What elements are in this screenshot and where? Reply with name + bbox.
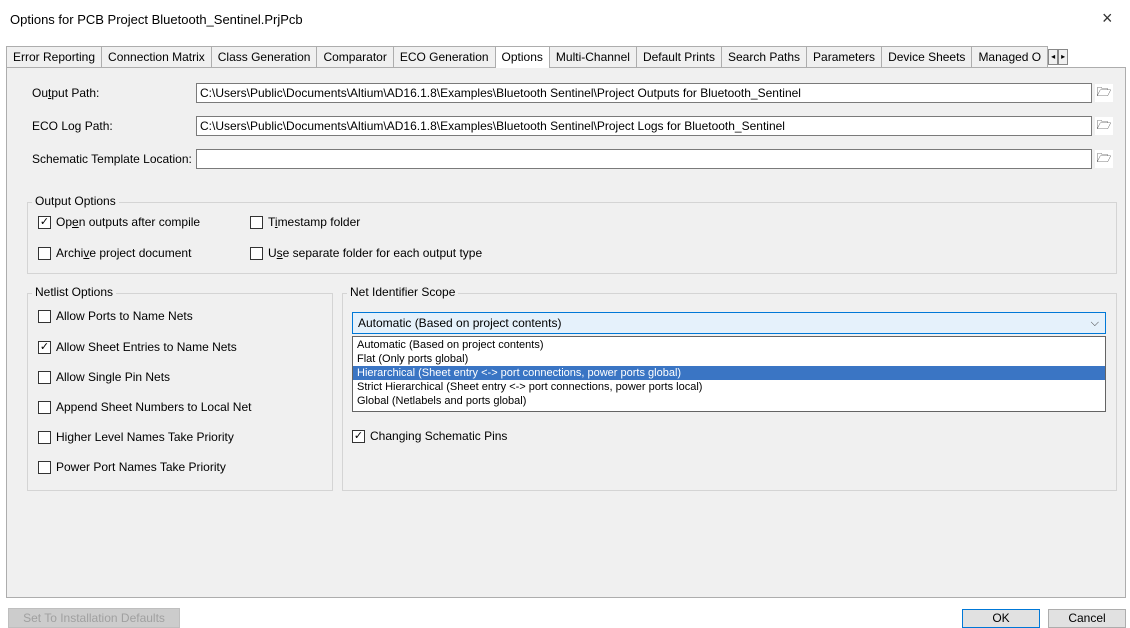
checkbox-box — [38, 246, 51, 260]
checkbox-box — [38, 460, 51, 474]
tab-connection-matrix[interactable]: Connection Matrix — [101, 46, 211, 68]
tab-default-prints[interactable]: Default Prints — [635, 46, 721, 68]
separate-folder-label: Use separate folder for each output type — [268, 246, 483, 260]
output-path-field[interactable]: C:\Users\Public\Documents\Altium\AD16.1.… — [196, 83, 1092, 103]
output-options-title: Output Options — [32, 194, 119, 208]
tab-multi-channel[interactable]: Multi-Channel — [548, 46, 636, 68]
eco-log-path-field[interactable]: C:\Users\Public\Documents\Altium\AD16.1.… — [196, 116, 1092, 136]
checkbox-box — [38, 309, 51, 323]
close-icon[interactable]: × — [1102, 8, 1113, 29]
tab-class-generation[interactable]: Class Generation — [210, 46, 317, 68]
tab-search-paths[interactable]: Search Paths — [720, 46, 807, 68]
checkbox-box: ✓ — [38, 340, 51, 354]
open-outputs-checkbox[interactable]: ✓ Open outputs after compile — [38, 215, 200, 229]
schematic-template-label: Schematic Template Location: — [32, 152, 192, 166]
ok-button[interactable]: OK — [962, 609, 1040, 628]
tab-bar: Error Reporting Connection Matrix Class … — [6, 46, 1126, 69]
higher-level-names-checkbox[interactable]: Higher Level Names Take Priority — [38, 430, 234, 444]
checkbox-box — [38, 400, 51, 414]
chevron-down-icon: ⌵ — [1090, 317, 1099, 329]
checkbox-box: ✓ — [352, 429, 365, 443]
output-path-label: Output Path: — [32, 86, 100, 100]
append-sheet-numbers-checkbox[interactable]: Append Sheet Numbers to Local Net — [38, 400, 251, 414]
tab-error-reporting[interactable]: Error Reporting — [6, 46, 102, 68]
netlist-options-title: Netlist Options — [32, 285, 117, 299]
allow-single-pin-label: Allow Single Pin Nets — [56, 370, 171, 384]
timestamp-folder-label: Timestamp folder — [268, 215, 361, 229]
append-sheet-numbers-label: Append Sheet Numbers to Local Net — [56, 400, 252, 414]
net-identifier-scope-title: Net Identifier Scope — [347, 285, 459, 299]
scope-option-automatic[interactable]: Automatic (Based on project contents) — [353, 338, 1105, 352]
eco-log-path-label: ECO Log Path: — [32, 119, 113, 133]
power-port-names-checkbox[interactable]: Power Port Names Take Priority — [38, 460, 226, 474]
checkbox-box: ✓ — [38, 215, 51, 229]
checkbox-box — [38, 430, 51, 444]
net-identifier-scope-select[interactable]: Automatic (Based on project contents) ⌵ — [352, 312, 1106, 334]
tab-scroll-controls: ◂ ▸ — [1048, 46, 1069, 67]
output-path-folder-icon[interactable]: 🗁 — [1095, 84, 1113, 102]
eco-log-path-folder-icon[interactable]: 🗁 — [1095, 117, 1113, 135]
timestamp-folder-checkbox[interactable]: Timestamp folder — [250, 215, 360, 229]
archive-project-label: Archive project document — [56, 246, 192, 260]
higher-level-names-label: Higher Level Names Take Priority — [56, 430, 234, 444]
window-title: Options for PCB Project Bluetooth_Sentin… — [10, 12, 303, 27]
scope-option-strict-hierarchical[interactable]: Strict Hierarchical (Sheet entry <-> por… — [353, 380, 1105, 394]
tab-managed-outputs[interactable]: Managed O — [971, 46, 1049, 68]
checkbox-box — [250, 246, 263, 260]
separate-folder-checkbox[interactable]: Use separate folder for each output type — [250, 246, 482, 260]
scope-option-global[interactable]: Global (Netlabels and ports global) — [353, 394, 1105, 408]
scope-option-hierarchical[interactable]: Hierarchical (Sheet entry <-> port conne… — [353, 366, 1105, 380]
tab-comparator[interactable]: Comparator — [316, 46, 393, 68]
checkbox-box — [250, 215, 263, 229]
schematic-template-field[interactable] — [196, 149, 1092, 169]
set-defaults-button[interactable]: Set To Installation Defaults — [8, 608, 180, 628]
archive-project-checkbox[interactable]: Archive project document — [38, 246, 191, 260]
schematic-template-folder-icon[interactable]: 🗁 — [1095, 150, 1113, 168]
allow-sheet-entries-checkbox[interactable]: ✓ Allow Sheet Entries to Name Nets — [38, 340, 237, 354]
output-options-group — [27, 202, 1117, 274]
tab-device-sheets[interactable]: Device Sheets — [881, 46, 972, 68]
allow-ports-checkbox[interactable]: Allow Ports to Name Nets — [38, 309, 193, 323]
allow-ports-label: Allow Ports to Name Nets — [56, 309, 193, 323]
checkbox-box — [38, 370, 51, 384]
changing-schematic-pins-checkbox[interactable]: ✓ Changing Schematic Pins — [352, 429, 507, 443]
net-identifier-scope-value: Automatic (Based on project contents) — [358, 316, 562, 330]
cancel-button[interactable]: Cancel — [1048, 609, 1126, 628]
scroll-right-icon[interactable]: ▸ — [1058, 49, 1069, 65]
power-port-names-label: Power Port Names Take Priority — [56, 460, 226, 474]
net-identifier-scope-dropdown: Automatic (Based on project contents) Fl… — [352, 336, 1106, 412]
open-outputs-label: Open outputs after compile — [56, 215, 201, 229]
allow-sheet-entries-label: Allow Sheet Entries to Name Nets — [56, 340, 237, 354]
allow-single-pin-checkbox[interactable]: Allow Single Pin Nets — [38, 370, 170, 384]
tab-eco-generation[interactable]: ECO Generation — [392, 46, 495, 68]
changing-schematic-pins-label: Changing Schematic Pins — [370, 429, 508, 443]
scope-option-flat[interactable]: Flat (Only ports global) — [353, 352, 1105, 366]
scroll-left-icon[interactable]: ◂ — [1048, 49, 1059, 65]
tab-options[interactable]: Options — [494, 46, 549, 69]
tab-parameters[interactable]: Parameters — [806, 46, 882, 68]
